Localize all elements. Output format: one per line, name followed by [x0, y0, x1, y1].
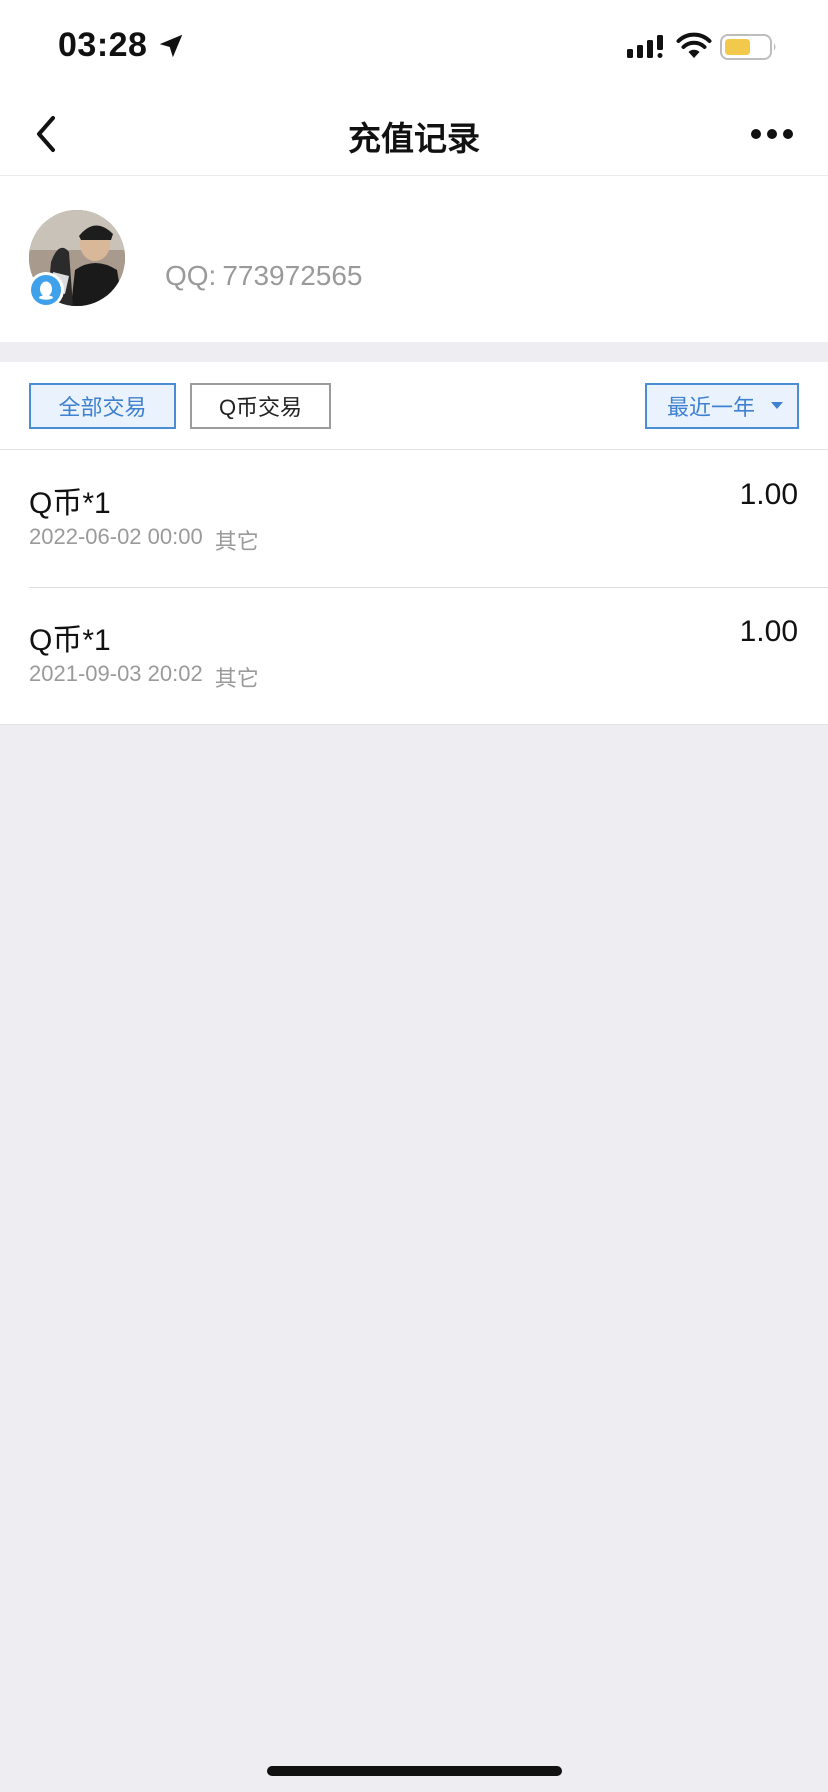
filter-all-transactions[interactable]: 全部交易: [29, 383, 176, 429]
profile-header: QQ: 773972565: [0, 176, 828, 342]
cellular-signal-icon: [627, 35, 663, 58]
battery-icon: [720, 34, 776, 60]
filter-bar: 全部交易 Q币交易 最近一年: [0, 362, 828, 450]
more-dots-icon: [751, 129, 793, 139]
qq-number: 773972565: [222, 260, 363, 291]
record-meta: 2021-09-03 20:02 其它: [29, 661, 259, 693]
more-button[interactable]: [744, 118, 800, 150]
home-indicator[interactable]: [267, 1766, 562, 1776]
record-datetime: 2021-09-03 20:02: [29, 661, 203, 686]
record-amount: 1.00: [739, 615, 798, 648]
record-datetime: 2022-06-02 00:00: [29, 524, 203, 549]
qq-penguin-icon: [28, 272, 64, 308]
date-range-label: 最近一年: [667, 395, 756, 420]
page-title: 充值记录: [348, 120, 480, 157]
record-category: 其它: [214, 666, 259, 691]
caret-down-icon: [771, 402, 783, 409]
record-title: Q币*1: [29, 487, 111, 520]
filter-qcoin-transactions[interactable]: Q币交易: [190, 383, 331, 429]
list-item[interactable]: Q币*1 1.00 2022-06-02 00:00 其它: [0, 450, 828, 587]
record-amount: 1.00: [739, 478, 798, 511]
wifi-icon: [676, 32, 712, 58]
date-range-dropdown[interactable]: 最近一年: [645, 383, 799, 429]
navigation-bar: 充值记录: [0, 92, 828, 176]
record-list: Q币*1 1.00 2022-06-02 00:00 其它 Q币*1 1.00 …: [0, 450, 828, 725]
record-category: 其它: [214, 529, 259, 554]
status-bar: 03:28: [0, 0, 828, 92]
qq-account: QQ: 773972565: [165, 260, 363, 292]
record-meta: 2022-06-02 00:00 其它: [29, 524, 259, 556]
record-title: Q币*1: [29, 624, 111, 657]
list-item[interactable]: Q币*1 1.00 2021-09-03 20:02 其它: [0, 587, 828, 724]
qq-label: QQ:: [165, 260, 217, 291]
status-time: 03:28: [58, 26, 148, 64]
location-arrow-icon: [159, 34, 183, 58]
